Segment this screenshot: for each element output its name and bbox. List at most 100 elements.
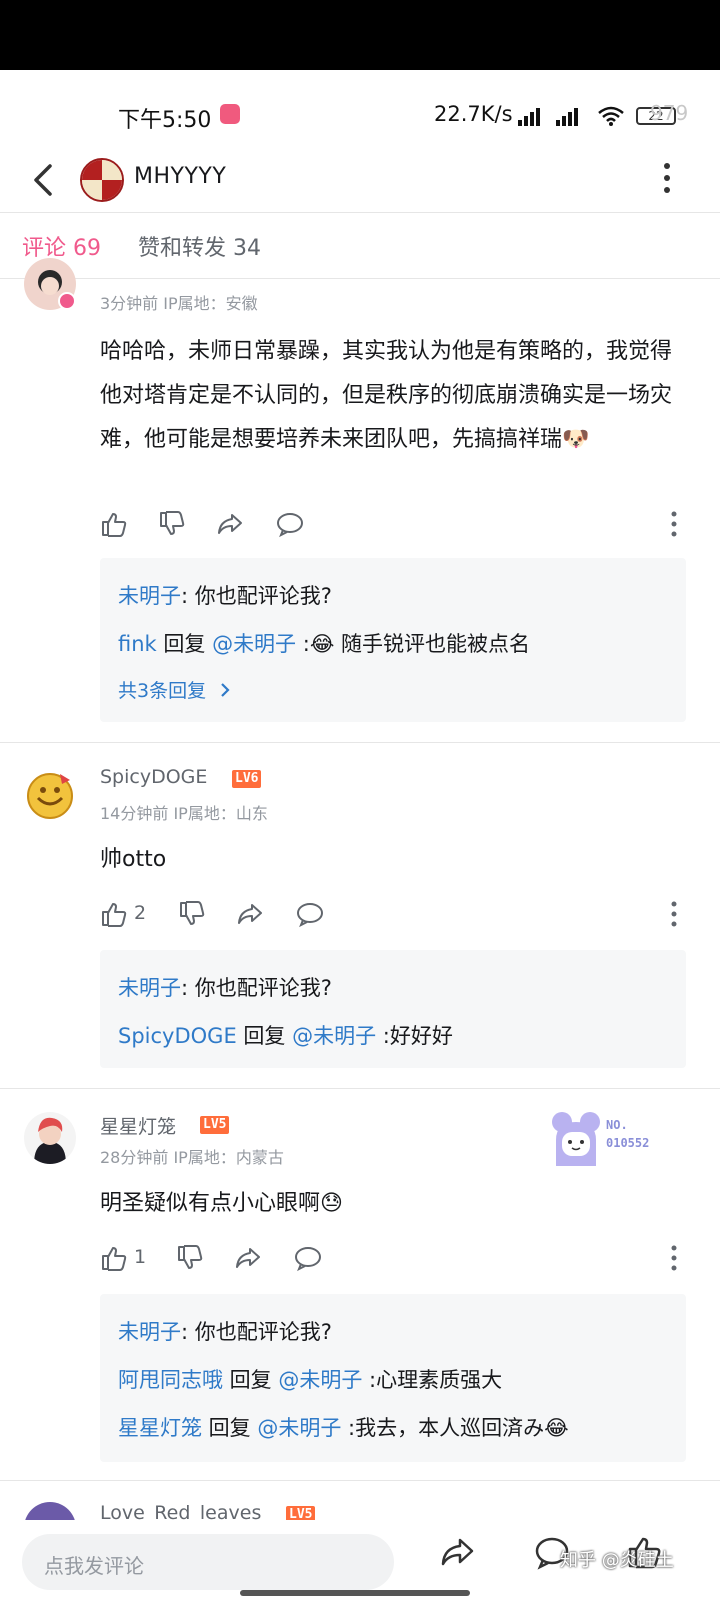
bottom-bar: 点我发评论 知乎 @炎硅土: [0, 1520, 720, 1600]
app-notification-icon: [220, 104, 240, 124]
tab-likes-reposts[interactable]: 赞和转发 34: [138, 230, 261, 262]
share-icon[interactable]: [440, 1534, 476, 1570]
page-title[interactable]: MHYYYY: [134, 164, 226, 189]
comment-meta: 3分钟前 IP属地：安徽: [100, 294, 258, 313]
comment-text: 明圣疑似有点小心眼啊😓: [100, 1182, 680, 1226]
reply-mention[interactable]: @未明子: [292, 1024, 376, 1048]
comment-username[interactable]: SpicyDOGE: [100, 766, 207, 788]
share-icon[interactable]: [216, 510, 244, 538]
network-speed: 22.7K/s: [434, 102, 513, 126]
comment-text: 哈哈哈，未师日常暴躁，其实我认为他是有策略的，我觉得他对塔肯定是不认同的，但是秩…: [100, 330, 680, 462]
reply-item: 未明子: 你也配评论我?: [118, 1320, 332, 1344]
dog-emoji-icon: 🐶: [562, 427, 590, 452]
comment-username[interactable]: Love_Red_leaves: [100, 1502, 261, 1520]
avatar[interactable]: [24, 768, 76, 820]
laugh-emoji-icon: 😂: [544, 1416, 569, 1440]
reply-item: 未明子: 你也配评论我?: [118, 976, 332, 1000]
reply-user[interactable]: fink: [118, 632, 157, 656]
overlay-number: 979: [650, 101, 689, 125]
badge-number: NO. 010552: [606, 1118, 650, 1150]
dislike-icon[interactable]: [176, 1244, 204, 1272]
divider: [0, 1088, 720, 1089]
reply-box[interactable]: 未明子: 你也配评论我? 阿甩同志哦 回复 @未明子 :心理素质强大 星星灯笼 …: [100, 1294, 686, 1462]
avatar[interactable]: [80, 158, 124, 202]
reply-user[interactable]: 星星灯笼: [118, 1416, 202, 1440]
comment-text-body: 明圣疑似有点小心眼啊: [100, 1191, 321, 1216]
comment-username[interactable]: 星星灯笼: [100, 1112, 176, 1139]
like-count: 2: [134, 902, 147, 924]
laugh-emoji-icon: 😂: [309, 632, 335, 656]
reply-user[interactable]: 未明子: [118, 976, 181, 1000]
vip-badge-icon: [58, 292, 76, 310]
dislike-icon[interactable]: [178, 900, 206, 928]
like-icon[interactable]: [100, 510, 128, 538]
comment-input-placeholder: 点我发评论: [44, 1554, 144, 1578]
reply-mention[interactable]: @未明子: [257, 1416, 341, 1440]
reply-text: 你也配评论我?: [194, 1320, 332, 1344]
avatar[interactable]: [24, 1502, 76, 1520]
comment-more-icon[interactable]: [670, 900, 678, 928]
reply-text: 心理素质强大: [376, 1368, 503, 1392]
level-badge: LV5: [200, 1116, 230, 1134]
home-indicator[interactable]: [240, 1590, 470, 1596]
comment-actions: 1: [100, 1244, 700, 1274]
reply-item: fink 回复 @未明子 :😂 随手锐评也能被点名: [118, 632, 531, 656]
signal-icon: [518, 106, 548, 126]
fan-badge[interactable]: NO. 010552: [548, 1108, 688, 1168]
divider: [0, 278, 720, 279]
reply-box[interactable]: 未明子: 你也配评论我? fink 回复 @未明子 :😂 随手锐评也能被点名 共…: [100, 558, 686, 722]
signal-icon: [556, 106, 586, 126]
share-icon[interactable]: [234, 1244, 262, 1272]
comment-actions: [100, 510, 700, 540]
reply-user[interactable]: 未明子: [118, 1320, 181, 1344]
comment-meta: 14分钟前 IP属地：山东: [100, 804, 268, 823]
sweat-emoji-icon: 😓: [320, 1191, 343, 1216]
like-count: 1: [134, 1246, 147, 1268]
comment-more-icon[interactable]: [670, 510, 678, 538]
reply-icon[interactable]: [276, 510, 304, 538]
reply-icon[interactable]: [296, 900, 324, 928]
more-replies-link[interactable]: 共3条回复: [118, 676, 232, 703]
like-icon[interactable]: [100, 900, 128, 928]
reply-user[interactable]: SpicyDOGE: [118, 1024, 237, 1048]
divider: [0, 1480, 720, 1481]
divider: [0, 742, 720, 743]
reply-user[interactable]: 未明子: [118, 584, 181, 608]
reply-user[interactable]: 阿甩同志哦: [118, 1368, 223, 1392]
comment-input[interactable]: 点我发评论: [22, 1534, 394, 1590]
top-black-bar: [0, 0, 720, 70]
reply-box[interactable]: 未明子: 你也配评论我? SpicyDOGE 回复 @未明子 :好好好: [100, 950, 686, 1068]
dislike-icon[interactable]: [158, 510, 186, 538]
more-icon[interactable]: [662, 158, 672, 198]
status-bar: 下午5:50 22.7K/s 22 979: [0, 96, 720, 140]
reply-icon[interactable]: [294, 1244, 322, 1272]
divider: [0, 212, 720, 213]
tab-comments[interactable]: 评论 69: [22, 230, 101, 262]
comment-text: 帅otto: [100, 847, 167, 872]
watermark: 知乎 @炎硅土: [560, 1550, 674, 1571]
reply-item: 阿甩同志哦 回复 @未明子 :心理素质强大: [118, 1368, 503, 1392]
reply-text: 我去，本人巡回済み: [355, 1416, 545, 1440]
share-icon[interactable]: [236, 900, 264, 928]
chevron-right-icon: [221, 683, 230, 697]
status-time: 下午5:50: [118, 108, 212, 133]
back-icon[interactable]: [30, 160, 58, 200]
avatar[interactable]: [24, 1112, 76, 1164]
wifi-icon: [598, 106, 624, 126]
reply-item: 星星灯笼 回复 @未明子 :我去，本人巡回済み😂: [118, 1416, 569, 1440]
reply-mention[interactable]: @未明子: [212, 632, 296, 656]
reply-mention[interactable]: @未明子: [278, 1368, 362, 1392]
comment-more-icon[interactable]: [670, 1244, 678, 1272]
reply-text: 好好好: [389, 1024, 453, 1048]
comment-actions: 2: [100, 900, 700, 930]
level-badge: LV6: [232, 770, 262, 788]
level-badge: LV5: [286, 1506, 316, 1520]
reply-item: 未明子: 你也配评论我?: [118, 584, 332, 608]
nav-bar: MHYYYY: [0, 148, 720, 212]
reply-text: 你也配评论我?: [194, 976, 332, 1000]
reply-item: SpicyDOGE 回复 @未明子 :好好好: [118, 1024, 453, 1048]
comment: Love_Red_leaves LV5: [0, 1482, 720, 1520]
fan-badge-avatar-icon: [552, 1112, 600, 1166]
comment-meta: 28分钟前 IP属地：内蒙古: [100, 1148, 284, 1167]
like-icon[interactable]: [100, 1244, 128, 1272]
